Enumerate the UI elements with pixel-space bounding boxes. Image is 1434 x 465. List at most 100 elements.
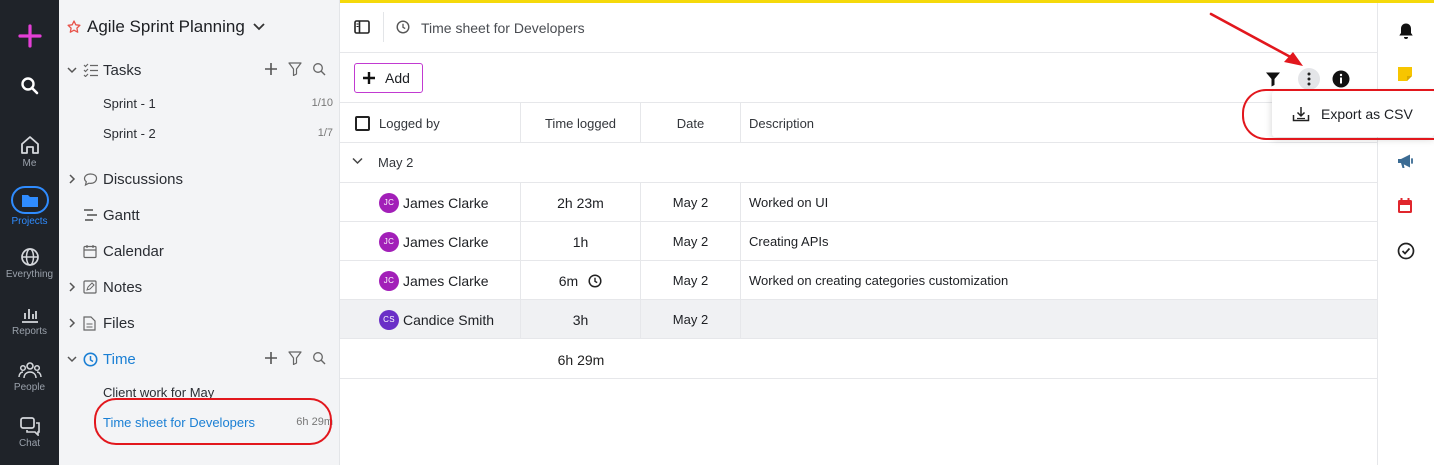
time-value: 3h <box>572 311 589 328</box>
sprint-1-label: Sprint - 1 <box>103 96 156 111</box>
table-row[interactable]: CS Candice Smith 3h May 2 <box>340 300 1377 339</box>
col-date[interactable]: Date <box>641 103 741 143</box>
search-icon[interactable] <box>312 351 326 365</box>
logged-by-cell: JC James Clarke <box>340 183 521 222</box>
breadcrumb: Time sheet for Developers <box>340 3 1377 53</box>
user-name: James Clarke <box>403 233 489 250</box>
chevron-right-icon[interactable] <box>67 282 77 292</box>
gantt-icon <box>84 209 97 221</box>
date-value: May 2 <box>672 312 709 327</box>
rail-everything[interactable]: Everything <box>0 247 59 280</box>
globe-icon <box>20 248 39 266</box>
chevron-right-icon[interactable] <box>67 174 77 184</box>
sidebar-item-files[interactable]: Files <box>59 312 340 336</box>
toolbar: Add <box>340 53 1377 103</box>
time-cell: 1h <box>521 222 641 261</box>
file-icon <box>83 316 96 331</box>
rail-people[interactable]: People <box>0 360 59 393</box>
search-icon <box>20 77 38 95</box>
sprint-2-label: Sprint - 2 <box>103 126 156 141</box>
chevron-right-icon[interactable] <box>67 318 77 328</box>
table-header: Logged by Time logged Date Description <box>340 103 1377 143</box>
app-window: Me Projects Everything Reports People Ch… <box>0 0 1434 465</box>
new-button[interactable] <box>0 24 59 48</box>
col-logged-by[interactable]: Logged by <box>340 103 521 143</box>
chevron-down-icon[interactable] <box>67 354 77 364</box>
sidebar-item-discussions[interactable]: Discussions <box>59 168 340 192</box>
filter-button[interactable] <box>1262 68 1284 90</box>
logged-by-cell: JC James Clarke <box>340 261 521 300</box>
megaphone-icon[interactable] <box>1397 153 1415 169</box>
description-value: Creating APIs <box>749 234 829 249</box>
time-cell: 6m <box>521 261 641 300</box>
col-description-label: Description <box>749 115 815 131</box>
projects-badge <box>10 186 49 214</box>
project-switcher[interactable]: Agile Sprint Planning <box>67 17 265 37</box>
calendar-icon[interactable] <box>1397 197 1413 214</box>
sidebar-item-time[interactable]: Time <box>59 348 340 372</box>
group-label: May 2 <box>378 155 414 170</box>
people-icon <box>17 362 42 379</box>
folder-icon <box>21 194 38 207</box>
sidebar-item-sprint-2[interactable]: Sprint - 2 1/7 <box>103 126 333 141</box>
search-icon[interactable] <box>312 62 326 76</box>
plus-icon[interactable] <box>264 62 278 76</box>
sidebar-item-notes[interactable]: Notes <box>59 276 340 300</box>
main-content: Time sheet for Developers Add Logged by <box>340 3 1377 465</box>
chevron-down-icon[interactable] <box>352 157 363 165</box>
time-cell: 2h 23m <box>521 183 641 222</box>
right-rail <box>1377 3 1434 465</box>
date-value: May 2 <box>672 273 709 288</box>
time-value: 6m <box>558 272 579 289</box>
sticky-note-icon[interactable] <box>1397 66 1413 82</box>
description-cell: Worked on creating categories customizat… <box>741 261 1377 300</box>
date-cell: May 2 <box>641 300 741 339</box>
filter-icon[interactable] <box>288 351 302 365</box>
annotation-ellipse-menu <box>1242 89 1434 140</box>
rail-me[interactable]: Me <box>0 134 59 169</box>
table-row[interactable]: JC James Clarke 1h May 2 Creating APIs <box>340 222 1377 261</box>
date-value: May 2 <box>672 195 709 210</box>
sidebar-item-calendar[interactable]: Calendar <box>59 240 340 264</box>
col-time-logged[interactable]: Time logged <box>521 103 641 143</box>
filter-icon[interactable] <box>288 62 302 76</box>
description-value: Worked on creating categories customizat… <box>749 273 1009 288</box>
page-title: Time sheet for Developers <box>421 20 585 36</box>
bar-chart-icon <box>21 309 38 323</box>
bell-icon[interactable] <box>1397 22 1415 40</box>
rail-me-label: Me <box>22 158 37 169</box>
chevron-down-icon[interactable] <box>67 65 77 75</box>
calendar-icon <box>83 245 97 259</box>
sidebar-toggle-icon[interactable] <box>354 20 370 34</box>
logged-by-cell: CS Candice Smith <box>340 300 521 339</box>
checklist-icon <box>83 63 98 77</box>
project-sidebar: Agile Sprint Planning Tasks Sprint - 1 1… <box>59 0 340 465</box>
table-row[interactable]: JC James Clarke 2h 23m May 2 Worked on U… <box>340 183 1377 222</box>
note-edit-icon <box>83 280 97 294</box>
sidebar-item-tasks[interactable]: Tasks <box>59 59 340 83</box>
annotation-ellipse-sidebar <box>94 398 332 445</box>
more-options-button[interactable] <box>1298 68 1320 90</box>
add-button[interactable]: Add <box>354 63 423 93</box>
rail-chat[interactable]: Chat <box>0 416 59 449</box>
timer-icon[interactable] <box>588 273 602 288</box>
group-header[interactable]: May 2 <box>340 143 1377 183</box>
sidebar-item-gantt[interactable]: Gantt <box>59 204 340 228</box>
col-logged-by-label: Logged by <box>379 115 440 131</box>
user-name: Candice Smith <box>403 311 495 328</box>
avatar: JC <box>379 231 399 252</box>
star-icon[interactable] <box>67 20 81 34</box>
select-all-checkbox[interactable] <box>355 115 370 131</box>
chat-icon <box>19 417 40 436</box>
sidebar-item-sprint-1[interactable]: Sprint - 1 1/10 <box>103 96 333 111</box>
clock-check-icon[interactable] <box>1397 242 1415 260</box>
plus-icon[interactable] <box>264 351 278 365</box>
avatar: JC <box>379 192 399 213</box>
date-cell: May 2 <box>641 183 741 222</box>
table-row[interactable]: JC James Clarke 6m May 2 Worked on creat… <box>340 261 1377 300</box>
info-button[interactable] <box>1330 68 1352 90</box>
rail-projects[interactable]: Projects <box>0 186 59 227</box>
rail-reports[interactable]: Reports <box>0 304 59 337</box>
discussions-label: Discussions <box>103 171 184 188</box>
search-button[interactable] <box>0 76 59 96</box>
